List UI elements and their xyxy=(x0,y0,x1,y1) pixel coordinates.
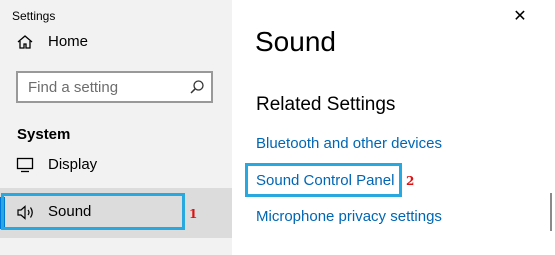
callout-box-sound xyxy=(1,193,185,230)
sidebar-item-display[interactable]: Display xyxy=(0,150,232,178)
annotation-marker-1: 1 xyxy=(189,207,198,221)
related-settings-heading: Related Settings xyxy=(256,94,396,115)
callout-box-sound-control-panel xyxy=(245,163,402,197)
search-icon[interactable] xyxy=(189,79,205,95)
sidebar-item-home-label: Home xyxy=(48,33,89,50)
scrollbar[interactable] xyxy=(550,193,552,231)
section-heading-system: System xyxy=(17,126,71,143)
search-input[interactable] xyxy=(28,78,188,96)
monitor-icon xyxy=(16,157,34,173)
annotation-marker-2: 2 xyxy=(406,174,415,188)
search-box[interactable] xyxy=(16,71,213,103)
microphone-privacy-link[interactable]: Microphone privacy settings xyxy=(256,208,442,225)
sidebar-item-display-label: Display xyxy=(48,156,98,173)
bluetooth-devices-link[interactable]: Bluetooth and other devices xyxy=(256,135,442,152)
close-button[interactable]: ✕ xyxy=(509,6,531,28)
home-icon xyxy=(16,34,34,50)
page-title: Sound xyxy=(255,26,336,57)
sidebar-item-home[interactable]: Home xyxy=(0,28,232,56)
window-title: Settings xyxy=(12,9,56,23)
